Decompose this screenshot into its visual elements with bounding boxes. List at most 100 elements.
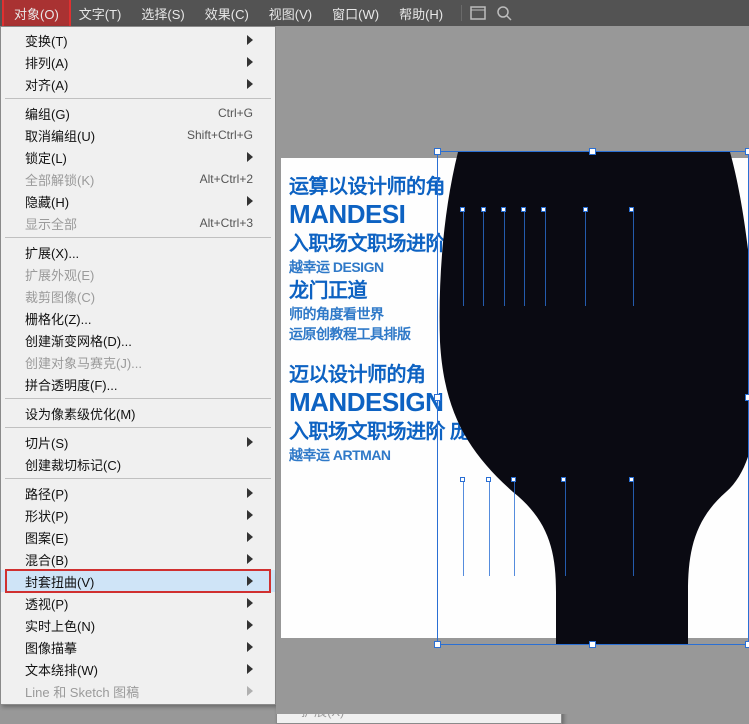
menu-item-label: 图像描摹 xyxy=(25,638,241,657)
menu-select[interactable]: 选择(S) xyxy=(131,0,194,27)
menubar-divider xyxy=(461,5,462,21)
menu-item[interactable]: 设为像素级优化(M) xyxy=(1,402,275,424)
menu-item-label: 全部解锁(K) xyxy=(25,170,200,189)
submenu-arrow-icon xyxy=(247,510,253,520)
menu-item: 全部解锁(K)Alt+Ctrl+2 xyxy=(1,168,275,190)
menu-effect[interactable]: 效果(C) xyxy=(195,0,259,27)
menu-item-label: 显示全部 xyxy=(25,214,200,233)
submenu-arrow-icon xyxy=(247,196,253,206)
menu-separator xyxy=(5,237,271,238)
menu-item[interactable]: 创建渐变网格(D)... xyxy=(1,329,275,351)
menu-item-label: 排列(A) xyxy=(25,53,241,72)
menu-item[interactable]: 图像描摹 xyxy=(1,636,275,658)
search-icon[interactable] xyxy=(496,5,512,21)
text-frame-guides xyxy=(463,480,633,576)
artboard[interactable]: 运算以设计师的角 MANDESI 入职场文职场进阶｜ 越幸运 DESIGN 龙门… xyxy=(281,158,749,638)
menu-object[interactable]: 对象(O) xyxy=(4,0,69,27)
menubar-icon-group xyxy=(470,5,512,21)
menu-separator xyxy=(5,98,271,99)
submenu-arrow-icon xyxy=(247,642,253,652)
menu-item: Line 和 Sketch 图稿 xyxy=(1,680,275,702)
menu-item[interactable]: 透视(P) xyxy=(1,592,275,614)
menu-text[interactable]: 文字(T) xyxy=(69,0,132,27)
menu-shortcut: Alt+Ctrl+2 xyxy=(200,172,253,186)
canvas-area: 运算以设计师的角 MANDESI 入职场文职场进阶｜ 越幸运 DESIGN 龙门… xyxy=(276,26,749,714)
menubar: 对象(O) 文字(T) 选择(S) 效果(C) 视图(V) 窗口(W) 帮助(H… xyxy=(0,0,749,26)
menu-separator xyxy=(5,478,271,479)
workspace-icon[interactable] xyxy=(470,5,486,21)
menu-item-label: 变换(T) xyxy=(25,31,241,50)
submenu-arrow-icon xyxy=(247,57,253,67)
menu-item: 创建对象马赛克(J)... xyxy=(1,351,275,373)
submenu-arrow-icon xyxy=(247,576,253,586)
menu-item[interactable]: 编组(G)Ctrl+G xyxy=(1,102,275,124)
menu-item[interactable]: 文本绕排(W) xyxy=(1,658,275,680)
menu-item-label: 编组(G) xyxy=(25,104,218,123)
submenu-arrow-icon xyxy=(247,620,253,630)
menu-item[interactable]: 切片(S) xyxy=(1,431,275,453)
menu-help[interactable]: 帮助(H) xyxy=(389,0,453,27)
menu-item[interactable]: 创建裁切标记(C) xyxy=(1,453,275,475)
menu-item-label: 锁定(L) xyxy=(25,148,241,167)
menu-item-label: 设为像素级优化(M) xyxy=(25,404,253,423)
menu-separator xyxy=(5,427,271,428)
object-menu-dropdown: 变换(T)排列(A)对齐(A)编组(G)Ctrl+G取消编组(U)Shift+C… xyxy=(0,26,276,705)
menu-item[interactable]: 对齐(A) xyxy=(1,73,275,95)
menu-item[interactable]: 实时上色(N) xyxy=(1,614,275,636)
submenu-arrow-icon xyxy=(247,554,253,564)
menu-item-label: 实时上色(N) xyxy=(25,616,241,635)
submenu-arrow-icon xyxy=(247,686,253,696)
menu-item: 显示全部Alt+Ctrl+3 xyxy=(1,212,275,234)
submenu-arrow-icon xyxy=(247,35,253,45)
menu-item-label: 形状(P) xyxy=(25,506,241,525)
menu-item: 扩展外观(E) xyxy=(1,263,275,285)
submenu-arrow-icon xyxy=(247,152,253,162)
menu-item-label: 拼合透明度(F)... xyxy=(25,375,253,394)
menu-item[interactable]: 排列(A) xyxy=(1,51,275,73)
submenu-arrow-icon xyxy=(247,532,253,542)
menu-item-label: 路径(P) xyxy=(25,484,241,503)
menu-item-label: 切片(S) xyxy=(25,433,241,452)
menu-item[interactable]: 取消编组(U)Shift+Ctrl+G xyxy=(1,124,275,146)
menu-item[interactable]: 扩展(X)... xyxy=(1,241,275,263)
menu-item-label: Line 和 Sketch 图稿 xyxy=(25,682,241,701)
menu-view[interactable]: 视图(V) xyxy=(259,0,322,27)
menu-item-label: 扩展外观(E) xyxy=(25,265,253,284)
menu-item-label: 扩展(X)... xyxy=(25,243,253,262)
menu-item-label: 创建渐变网格(D)... xyxy=(25,331,253,350)
menu-item-label: 透视(P) xyxy=(25,594,241,613)
menu-item-label: 创建裁切标记(C) xyxy=(25,455,253,474)
text-frame-guides xyxy=(463,210,633,306)
submenu-arrow-icon xyxy=(247,79,253,89)
menu-item[interactable]: 隐藏(H) xyxy=(1,190,275,212)
menu-item-label: 图案(E) xyxy=(25,528,241,547)
submenu-arrow-icon xyxy=(247,598,253,608)
menu-item-label: 取消编组(U) xyxy=(25,126,187,145)
menu-item-label: 栅格化(Z)... xyxy=(25,309,253,328)
menu-item[interactable]: 栅格化(Z)... xyxy=(1,307,275,329)
menu-item-label: 封套扭曲(V) xyxy=(25,572,241,591)
menu-shortcut: Shift+Ctrl+G xyxy=(187,128,253,142)
menu-item[interactable]: 图案(E) xyxy=(1,526,275,548)
menu-item[interactable]: 变换(T) xyxy=(1,29,275,51)
menu-item: 裁剪图像(C) xyxy=(1,285,275,307)
menu-item[interactable]: 拼合透明度(F)... xyxy=(1,373,275,395)
menu-item[interactable]: 路径(P) xyxy=(1,482,275,504)
menu-item[interactable]: 形状(P) xyxy=(1,504,275,526)
menu-item-label: 创建对象马赛克(J)... xyxy=(25,353,253,372)
menu-item[interactable]: 混合(B) xyxy=(1,548,275,570)
menu-shortcut: Alt+Ctrl+3 xyxy=(200,216,253,230)
menu-window[interactable]: 窗口(W) xyxy=(322,0,389,27)
submenu-arrow-icon xyxy=(247,488,253,498)
menu-item-label: 对齐(A) xyxy=(25,75,241,94)
menu-item[interactable]: 封套扭曲(V) xyxy=(1,570,275,592)
menu-item-label: 隐藏(H) xyxy=(25,192,241,211)
menu-item[interactable]: 锁定(L) xyxy=(1,146,275,168)
menu-item-label: 混合(B) xyxy=(25,550,241,569)
menu-item-label: 裁剪图像(C) xyxy=(25,287,253,306)
menu-shortcut: Ctrl+G xyxy=(218,106,253,120)
menu-item-label: 文本绕排(W) xyxy=(25,660,241,679)
submenu-arrow-icon xyxy=(247,664,253,674)
menu-separator xyxy=(5,398,271,399)
submenu-arrow-icon xyxy=(247,437,253,447)
